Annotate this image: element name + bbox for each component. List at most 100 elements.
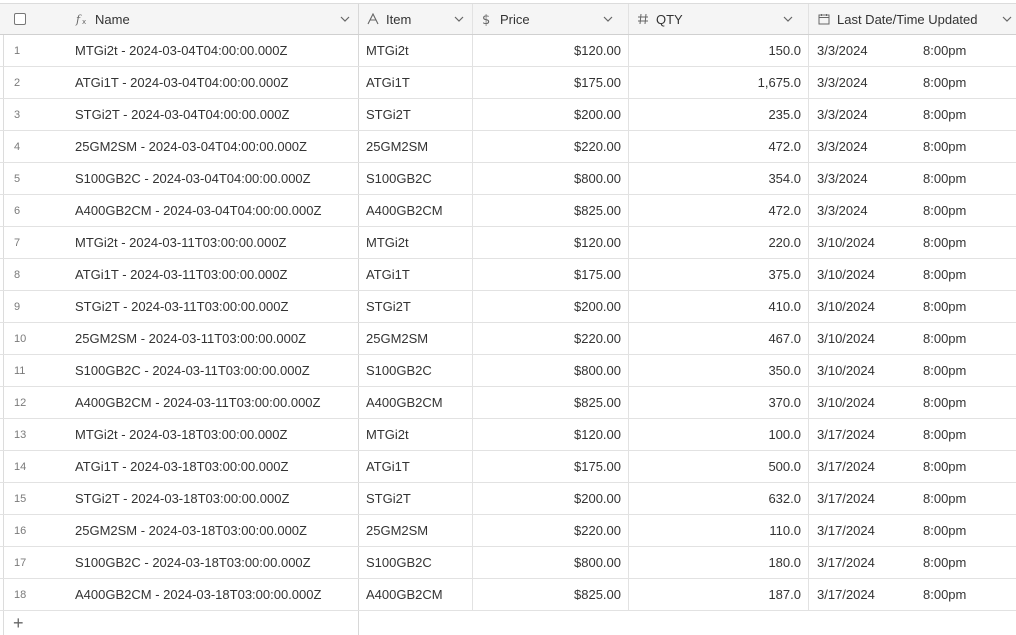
select-all-checkbox[interactable] (14, 13, 26, 25)
qty-cell[interactable]: 1,675.0 (629, 67, 809, 98)
qty-cell[interactable]: 500.0 (629, 451, 809, 482)
item-cell[interactable]: S100GB2C (359, 355, 473, 386)
date-cell[interactable]: 3/3/2024 8:00pm (809, 99, 1016, 130)
date-cell[interactable]: 3/10/2024 8:00pm (809, 227, 1016, 258)
qty-cell[interactable]: 467.0 (629, 323, 809, 354)
qty-cell[interactable]: 375.0 (629, 259, 809, 290)
name-cell[interactable]: 25GM2SM - 2024-03-04T04:00:00.000Z (61, 131, 359, 162)
item-cell[interactable]: MTGi2t (359, 419, 473, 450)
name-cell[interactable]: ATGi1T - 2024-03-11T03:00:00.000Z (61, 259, 359, 290)
price-cell[interactable]: $220.00 (473, 323, 629, 354)
item-cell[interactable]: A400GB2CM (359, 579, 473, 610)
item-cell[interactable]: S100GB2C (359, 163, 473, 194)
table-row[interactable]: 15 STGi2T - 2024-03-18T03:00:00.000Z STGi2… (0, 483, 1016, 515)
qty-cell[interactable]: 150.0 (629, 35, 809, 66)
item-cell[interactable]: A400GB2CM (359, 195, 473, 226)
table-row[interactable]: 14 ATGi1T - 2024-03-18T03:00:00.000Z ATGi1… (0, 451, 1016, 483)
price-cell[interactable]: $120.00 (473, 35, 629, 66)
name-cell[interactable]: S100GB2C - 2024-03-11T03:00:00.000Z (61, 355, 359, 386)
date-cell[interactable]: 3/17/2024 8:00pm (809, 483, 1016, 514)
table-row[interactable]: 13 MTGi2t - 2024-03-18T03:00:00.000Z MTGi2… (0, 419, 1016, 451)
price-cell[interactable]: $800.00 (473, 163, 629, 194)
date-cell[interactable]: 3/3/2024 8:00pm (809, 35, 1016, 66)
item-cell[interactable]: 25GM2SM (359, 515, 473, 546)
table-row[interactable]: 5 S100GB2C - 2024-03-04T04:00:00.000Z S100… (0, 163, 1016, 195)
item-cell[interactable]: MTGi2t (359, 227, 473, 258)
chevron-down-icon[interactable] (454, 14, 464, 24)
date-cell[interactable]: 3/17/2024 8:00pm (809, 451, 1016, 482)
qty-cell[interactable]: 180.0 (629, 547, 809, 578)
name-cell[interactable]: A400GB2CM - 2024-03-04T04:00:00.000Z (61, 195, 359, 226)
price-cell[interactable]: $800.00 (473, 547, 629, 578)
chevron-down-icon[interactable] (783, 14, 793, 24)
date-cell[interactable]: 3/17/2024 8:00pm (809, 419, 1016, 450)
name-cell[interactable]: 25GM2SM - 2024-03-18T03:00:00.000Z (61, 515, 359, 546)
table-row[interactable]: 2 ATGi1T - 2024-03-04T04:00:00.000Z ATGi1T… (0, 67, 1016, 99)
price-cell[interactable]: $175.00 (473, 451, 629, 482)
name-cell[interactable]: A400GB2CM - 2024-03-18T03:00:00.000Z (61, 579, 359, 610)
item-cell[interactable]: S100GB2C (359, 547, 473, 578)
item-cell[interactable]: ATGi1T (359, 259, 473, 290)
name-cell[interactable]: STGi2T - 2024-03-18T03:00:00.000Z (61, 483, 359, 514)
table-row[interactable]: 6 A400GB2CM - 2024-03-04T04:00:00.000Z A40… (0, 195, 1016, 227)
date-cell[interactable]: 3/17/2024 8:00pm (809, 515, 1016, 546)
table-row[interactable]: 17 S100GB2C - 2024-03-18T03:00:00.000Z S10… (0, 547, 1016, 579)
qty-cell[interactable]: 370.0 (629, 387, 809, 418)
date-cell[interactable]: 3/10/2024 8:00pm (809, 323, 1016, 354)
table-row[interactable]: 3 STGi2T - 2024-03-04T04:00:00.000Z STGi2T… (0, 99, 1016, 131)
add-row-bar[interactable]: + (0, 611, 1016, 635)
chevron-down-icon[interactable] (340, 14, 350, 24)
price-cell[interactable]: $200.00 (473, 99, 629, 130)
date-cell[interactable]: 3/3/2024 8:00pm (809, 67, 1016, 98)
name-cell[interactable]: 25GM2SM - 2024-03-11T03:00:00.000Z (61, 323, 359, 354)
name-cell[interactable]: S100GB2C - 2024-03-04T04:00:00.000Z (61, 163, 359, 194)
item-cell[interactable]: MTGi2t (359, 35, 473, 66)
qty-cell[interactable]: 354.0 (629, 163, 809, 194)
date-cell[interactable]: 3/3/2024 8:00pm (809, 131, 1016, 162)
chevron-down-icon[interactable] (603, 14, 613, 24)
name-cell[interactable]: MTGi2t - 2024-03-18T03:00:00.000Z (61, 419, 359, 450)
table-row[interactable]: 8 ATGi1T - 2024-03-11T03:00:00.000Z ATGi1T… (0, 259, 1016, 291)
table-row[interactable]: 7 MTGi2t - 2024-03-11T03:00:00.000Z MTGi2t… (0, 227, 1016, 259)
table-row[interactable]: 9 STGi2T - 2024-03-11T03:00:00.000Z STGi2T… (0, 291, 1016, 323)
column-header-qty[interactable]: QTY (629, 4, 809, 34)
price-cell[interactable]: $200.00 (473, 483, 629, 514)
price-cell[interactable]: $825.00 (473, 579, 629, 610)
table-row[interactable]: 1 MTGi2t - 2024-03-04T04:00:00.000Z MTGi2t… (0, 35, 1016, 67)
name-cell[interactable]: ATGi1T - 2024-03-18T03:00:00.000Z (61, 451, 359, 482)
name-cell[interactable]: ATGi1T - 2024-03-04T04:00:00.000Z (61, 67, 359, 98)
column-header-date[interactable]: Last Date/Time Updated (809, 4, 1016, 34)
price-cell[interactable]: $200.00 (473, 291, 629, 322)
item-cell[interactable]: 25GM2SM (359, 323, 473, 354)
price-cell[interactable]: $800.00 (473, 355, 629, 386)
qty-cell[interactable]: 110.0 (629, 515, 809, 546)
date-cell[interactable]: 3/3/2024 8:00pm (809, 195, 1016, 226)
price-cell[interactable]: $220.00 (473, 515, 629, 546)
qty-cell[interactable]: 472.0 (629, 195, 809, 226)
item-cell[interactable]: ATGi1T (359, 451, 473, 482)
table-row[interactable]: 11 S100GB2C - 2024-03-11T03:00:00.000Z S10… (0, 355, 1016, 387)
date-cell[interactable]: 3/10/2024 8:00pm (809, 291, 1016, 322)
select-all-cell[interactable] (3, 4, 61, 34)
table-row[interactable]: 10 25GM2SM - 2024-03-11T03:00:00.000Z 25GM… (0, 323, 1016, 355)
table-row[interactable]: 18 A400GB2CM - 2024-03-18T03:00:00.000Z A4… (0, 579, 1016, 611)
column-header-name[interactable]: fx Name (61, 4, 359, 34)
qty-cell[interactable]: 100.0 (629, 419, 809, 450)
column-header-price[interactable]: $ Price (473, 4, 629, 34)
qty-cell[interactable]: 220.0 (629, 227, 809, 258)
price-cell[interactable]: $825.00 (473, 387, 629, 418)
item-cell[interactable]: STGi2T (359, 291, 473, 322)
price-cell[interactable]: $175.00 (473, 67, 629, 98)
qty-cell[interactable]: 632.0 (629, 483, 809, 514)
table-row[interactable]: 4 25GM2SM - 2024-03-04T04:00:00.000Z 25GM2… (0, 131, 1016, 163)
name-cell[interactable]: STGi2T - 2024-03-11T03:00:00.000Z (61, 291, 359, 322)
qty-cell[interactable]: 187.0 (629, 579, 809, 610)
column-header-item[interactable]: Item (359, 4, 473, 34)
table-row[interactable]: 16 25GM2SM - 2024-03-18T03:00:00.000Z 25GM… (0, 515, 1016, 547)
name-cell[interactable]: MTGi2t - 2024-03-11T03:00:00.000Z (61, 227, 359, 258)
price-cell[interactable]: $220.00 (473, 131, 629, 162)
date-cell[interactable]: 3/3/2024 8:00pm (809, 163, 1016, 194)
qty-cell[interactable]: 410.0 (629, 291, 809, 322)
name-cell[interactable]: S100GB2C - 2024-03-18T03:00:00.000Z (61, 547, 359, 578)
price-cell[interactable]: $175.00 (473, 259, 629, 290)
